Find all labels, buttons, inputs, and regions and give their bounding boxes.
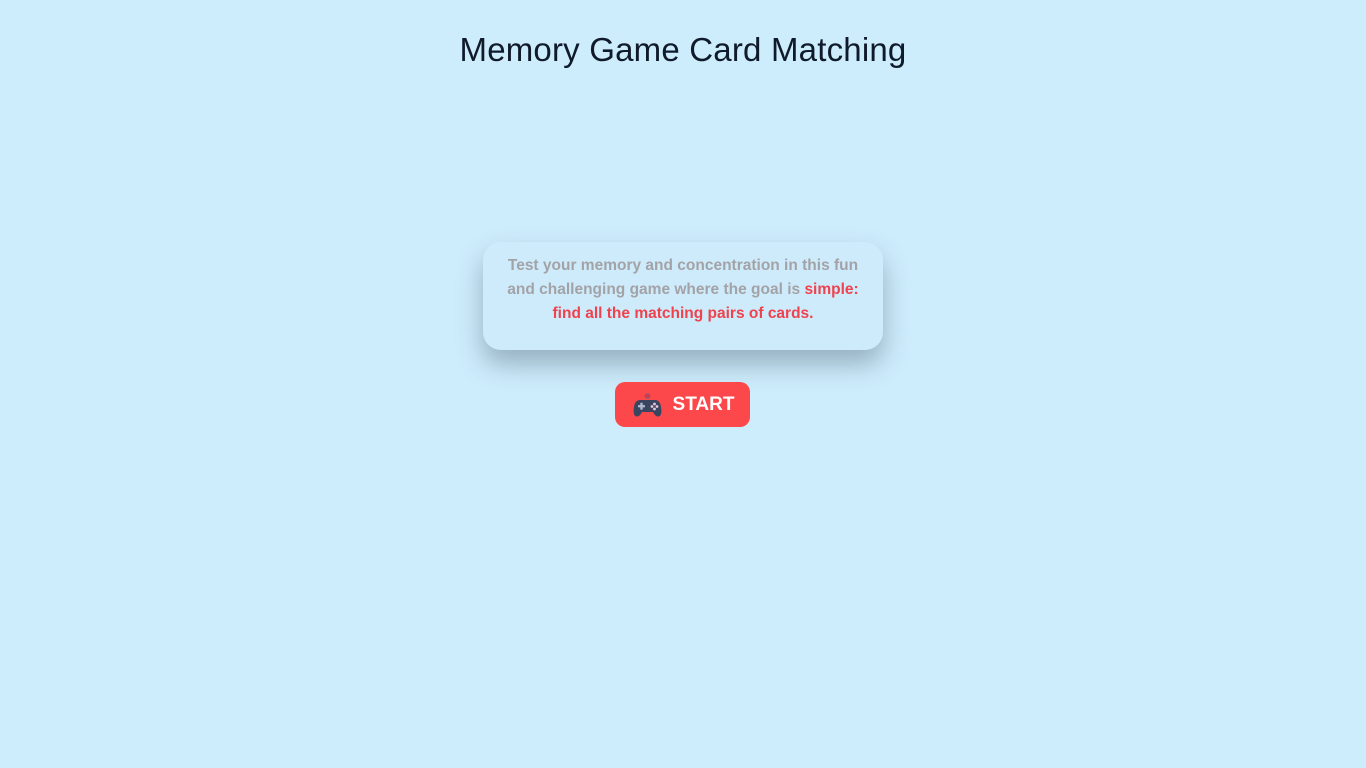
start-screen: Memory Game Card Matching Test your memo…	[0, 0, 1366, 768]
start-button[interactable]: START	[615, 382, 750, 427]
page-title: Memory Game Card Matching	[459, 31, 907, 68]
intro-card: Test your memory and concentration in th…	[483, 242, 883, 350]
start-button-label: START	[672, 393, 735, 415]
gamepad-icon	[633, 392, 662, 418]
